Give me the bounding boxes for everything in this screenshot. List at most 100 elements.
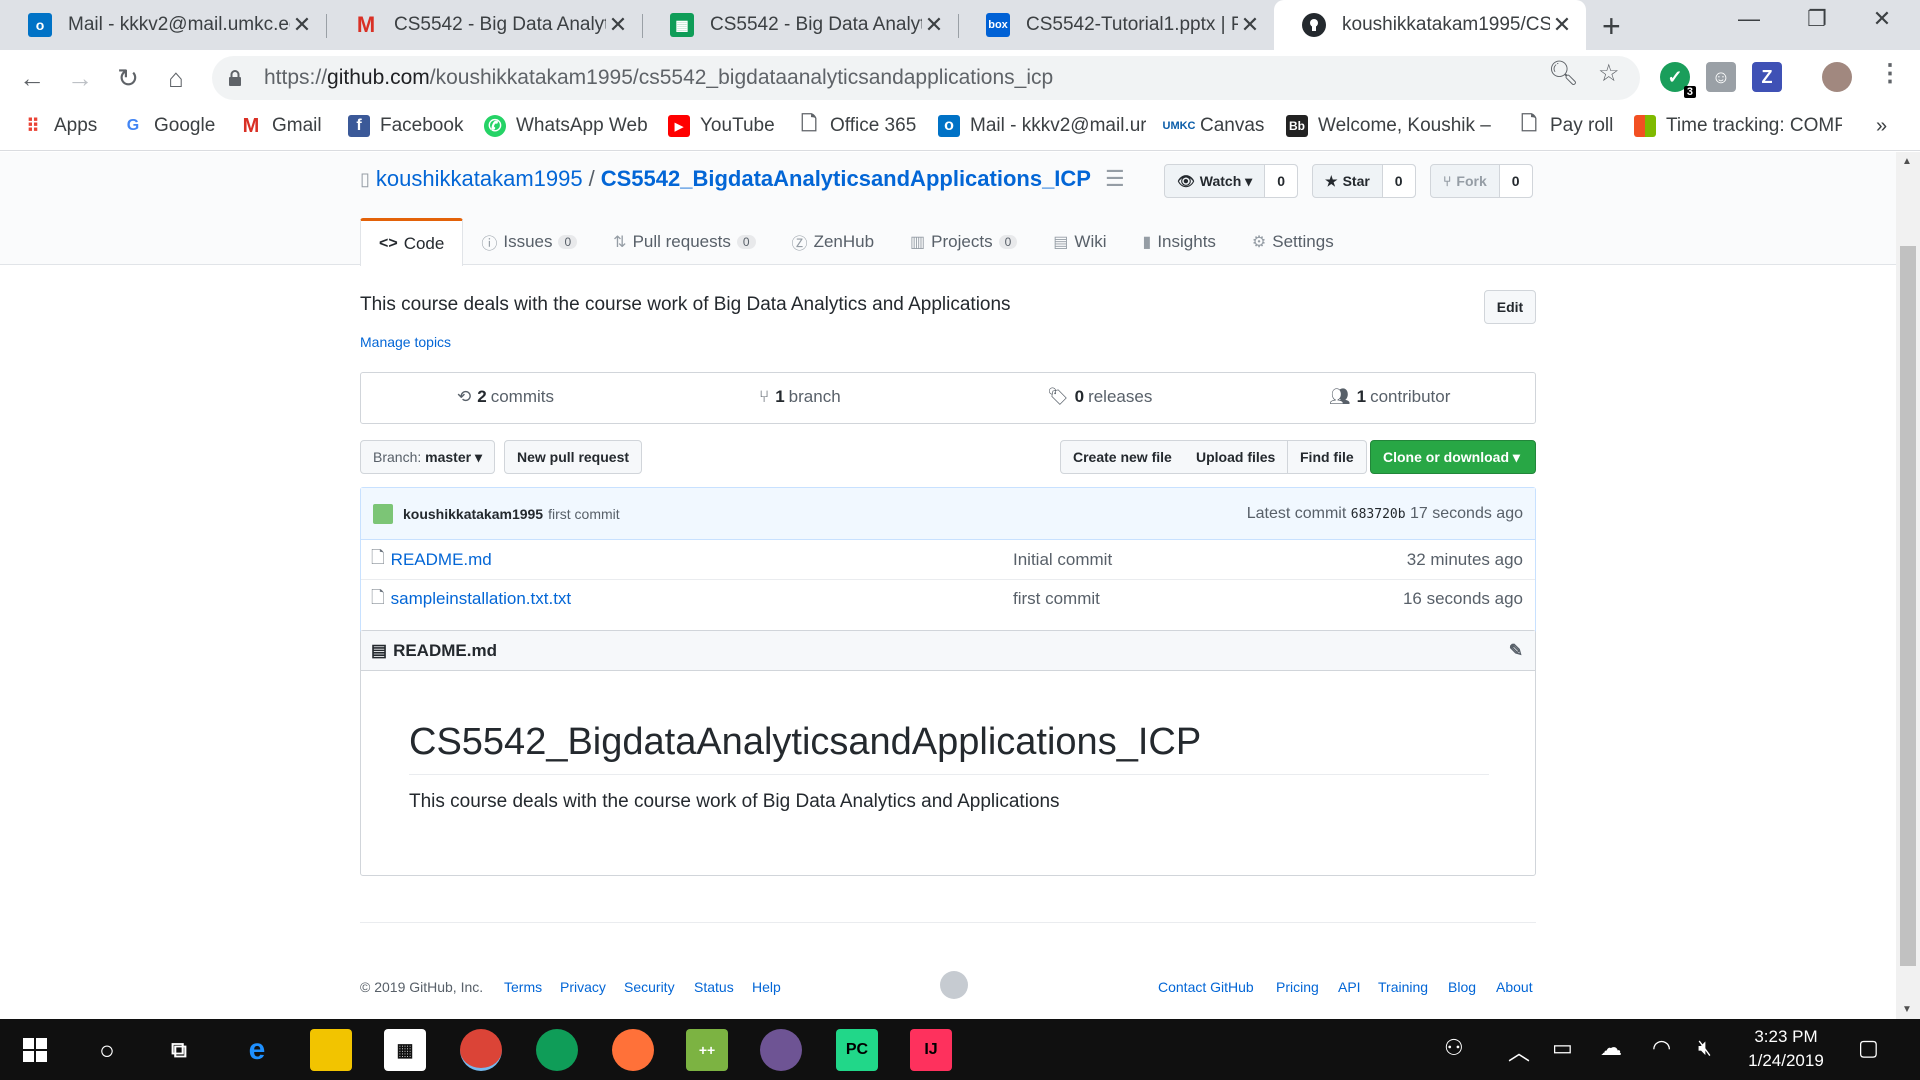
footer-link[interactable]: Terms: [504, 979, 542, 995]
file-commit-message-link[interactable]: Initial commit: [1013, 550, 1112, 570]
bookmark-blackboard[interactable]: Bb Welcome, Koushik – I: [1286, 115, 1492, 137]
bookmark-youtube[interactable]: ▶ YouTube: [668, 115, 775, 137]
scrollbar-thumb[interactable]: [1900, 246, 1916, 966]
bookmark-google[interactable]: G Google: [122, 115, 216, 137]
bookmark-payroll[interactable]: 🗋 Pay roll: [1518, 113, 1613, 137]
fork-button[interactable]: ⑂ Fork 0: [1430, 164, 1533, 198]
bookmark-mail[interactable]: o Mail - kkkv2@mail.ur: [938, 115, 1146, 137]
github-mark-icon[interactable]: [940, 971, 968, 999]
file-explorer-icon[interactable]: [310, 1029, 352, 1071]
edge-icon[interactable]: e: [236, 1029, 278, 1071]
footer-link[interactable]: Pricing: [1276, 979, 1319, 995]
manage-topics-link[interactable]: Manage topics: [360, 334, 1536, 350]
bookmark-gmail[interactable]: M Gmail: [240, 115, 322, 137]
browser-tab[interactable]: ▦ CS5542 - Big Data Analytics ✕: [642, 0, 958, 50]
bookmark-apps[interactable]: ⠿ Apps: [22, 115, 97, 137]
contributors-link[interactable]: 👥︎ 1 contributor: [1329, 387, 1450, 407]
minimize-icon[interactable]: —: [1729, 6, 1769, 32]
restore-icon[interactable]: ❐: [1797, 6, 1837, 32]
windows-start-icon[interactable]: [14, 1029, 56, 1071]
reload-icon[interactable]: ↻: [110, 60, 146, 96]
close-tab-icon[interactable]: ✕: [1550, 12, 1574, 38]
bookmark-canvas[interactable]: UMKC Canvas: [1163, 115, 1265, 137]
home-icon[interactable]: ⌂: [158, 60, 194, 96]
star-button[interactable]: ★ Star 0: [1312, 164, 1416, 198]
bookmark-office365[interactable]: 🗋 Office 365: [798, 113, 916, 137]
onedrive-icon[interactable]: ☁: [1600, 1035, 1622, 1061]
edit-description-button[interactable]: Edit: [1484, 290, 1536, 324]
repo-owner-link[interactable]: koushikkatakam1995: [376, 166, 583, 192]
scroll-down-icon[interactable]: ▼: [1902, 1004, 1912, 1015]
footer-link[interactable]: Contact GitHub: [1158, 979, 1254, 995]
volume-muted-icon[interactable]: 🔇︎: [1698, 1035, 1712, 1061]
file-commit-message-link[interactable]: first commit: [1013, 589, 1100, 609]
bookmark-facebook[interactable]: f Facebook: [348, 115, 463, 137]
tab-wiki[interactable]: ▤ Wiki: [1035, 218, 1124, 266]
firefox-icon[interactable]: [612, 1029, 654, 1071]
commits-link[interactable]: ⟲ 2 commits: [457, 387, 554, 407]
file-name-link[interactable]: sampleinstallation.txt.txt: [391, 589, 571, 609]
star-count[interactable]: 0: [1382, 165, 1415, 197]
close-tab-icon[interactable]: ✕: [606, 12, 630, 38]
wifi-icon[interactable]: ◠: [1652, 1035, 1671, 1061]
close-tab-icon[interactable]: ✕: [290, 12, 314, 38]
watch-button[interactable]: 👁︎ Watch ▾ 0: [1164, 164, 1298, 198]
tab-code[interactable]: <> Code: [360, 218, 464, 266]
window-close-icon[interactable]: ✕: [1862, 6, 1902, 32]
chrome-menu-icon[interactable]: ⋮: [1878, 59, 1902, 88]
branch-select-button[interactable]: Branch: master ▾: [360, 440, 495, 474]
commit-author-link[interactable]: koushikkatakam1995: [403, 506, 543, 522]
github-desktop-icon[interactable]: [760, 1029, 802, 1071]
system-clock[interactable]: 3:23 PM 1/24/2019: [1726, 1025, 1846, 1073]
zoom-icon[interactable]: 🔍︎: [1548, 59, 1578, 88]
footer-link[interactable]: Training: [1378, 979, 1428, 995]
tab-issues[interactable]: ⓘ Issues 0: [463, 218, 595, 266]
browser-tab[interactable]: M CS5542 - Big Data Analytics ✕: [326, 0, 642, 50]
commit-message-link[interactable]: first commit: [548, 506, 620, 522]
scroll-up-icon[interactable]: ▲: [1902, 156, 1912, 167]
intellij-icon[interactable]: IJ: [910, 1029, 952, 1071]
close-tab-icon[interactable]: ✕: [1238, 12, 1262, 38]
footer-link[interactable]: Help: [752, 979, 781, 995]
repo-name-link[interactable]: CS5542_BigdataAnalyticsandApplications_I…: [601, 166, 1091, 192]
page-scrollbar[interactable]: ▲ ▼: [1896, 152, 1920, 1019]
footer-link[interactable]: About: [1496, 979, 1533, 995]
extension-person-icon[interactable]: ☺: [1706, 62, 1736, 92]
notepadpp-icon[interactable]: ++: [686, 1029, 728, 1071]
forward-icon[interactable]: →: [62, 60, 98, 96]
footer-link[interactable]: Privacy: [560, 979, 606, 995]
task-view-icon[interactable]: ⧉: [158, 1029, 200, 1071]
list-icon[interactable]: ☰: [1105, 166, 1125, 192]
pycharm-icon[interactable]: PC: [836, 1029, 878, 1071]
action-center-icon[interactable]: ▢: [1858, 1035, 1879, 1061]
chrome-icon[interactable]: [536, 1029, 578, 1071]
upload-files-button[interactable]: Upload files: [1184, 440, 1289, 474]
file-name-link[interactable]: README.md: [391, 550, 492, 570]
tab-settings[interactable]: ⚙ Settings: [1234, 218, 1352, 266]
create-new-file-button[interactable]: Create new file: [1060, 440, 1185, 474]
pencil-icon[interactable]: ✎: [1509, 641, 1523, 661]
tab-pull-requests[interactable]: ⇅ Pull requests 0: [595, 218, 773, 266]
commit-sha-link[interactable]: 683720b: [1351, 507, 1406, 522]
bookmark-whatsapp[interactable]: ✆ WhatsApp Web: [484, 115, 648, 137]
browser-tab[interactable]: box CS5542-Tutorial1.pptx | Pov ✕: [958, 0, 1274, 50]
find-file-button[interactable]: Find file: [1288, 440, 1367, 474]
bookmarks-overflow-icon[interactable]: »: [1876, 115, 1887, 138]
people-icon[interactable]: ⚇: [1444, 1035, 1464, 1061]
footer-link[interactable]: Status: [694, 979, 734, 995]
bookmark-timetracking[interactable]: Time tracking: COMP: [1634, 115, 1842, 137]
tray-overflow-icon[interactable]: ︿: [1508, 1035, 1530, 1067]
clone-or-download-button[interactable]: Clone or download ▾: [1370, 440, 1536, 474]
browser-tab[interactable]: o Mail - kkkv2@mail.umkc.ed ✕: [0, 0, 326, 50]
extension-z-icon[interactable]: Z: [1752, 62, 1782, 92]
tab-projects[interactable]: ▥ Projects 0: [892, 218, 1035, 266]
new-tab-icon[interactable]: +: [1602, 8, 1621, 45]
chrome-icon[interactable]: [460, 1029, 502, 1071]
close-tab-icon[interactable]: ✕: [922, 12, 946, 38]
back-icon[interactable]: ←: [14, 60, 50, 96]
footer-link[interactable]: Security: [624, 979, 675, 995]
profile-avatar[interactable]: [1822, 62, 1852, 92]
branches-link[interactable]: ⑂ 1 branch: [759, 387, 841, 407]
footer-link[interactable]: Blog: [1448, 979, 1476, 995]
footer-link[interactable]: API: [1338, 979, 1361, 995]
